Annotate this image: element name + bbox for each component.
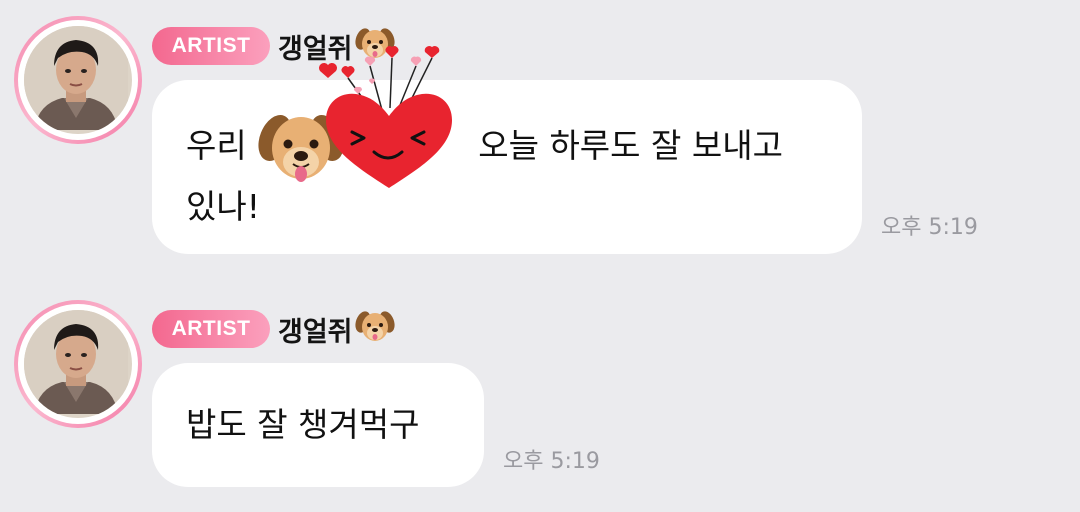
avatar-photo xyxy=(24,26,132,134)
message-time: 오후 5:19 xyxy=(503,449,600,474)
artist-avatar[interactable] xyxy=(14,300,142,428)
artist-avatar[interactable] xyxy=(14,16,142,144)
message-text: 우리 xyxy=(186,126,247,165)
sender-name: 갱얼쥐 xyxy=(278,310,395,348)
message-text: 오늘 하루도 잘 보내고 xyxy=(478,126,783,165)
avatar-photo xyxy=(24,310,132,418)
message-bubble[interactable]: 우리 오늘 하루도 잘 보내고 있나! xyxy=(152,80,862,254)
heart-sticker-icon xyxy=(319,46,452,188)
sender-name-text: 갱얼쥐 xyxy=(278,316,353,348)
message-time: 오후 5:19 xyxy=(881,215,978,240)
artist-badge: ARTIST xyxy=(152,310,270,348)
artist-badge: ARTIST xyxy=(152,27,270,65)
dog-face-icon xyxy=(354,308,395,351)
message-bubble[interactable]: 밥도 잘 챙겨먹구 xyxy=(152,363,484,487)
message-text-line: 우리 오늘 하루도 잘 보내고 xyxy=(186,114,828,182)
message-text: 밥도 잘 챙겨먹구 xyxy=(186,405,420,444)
